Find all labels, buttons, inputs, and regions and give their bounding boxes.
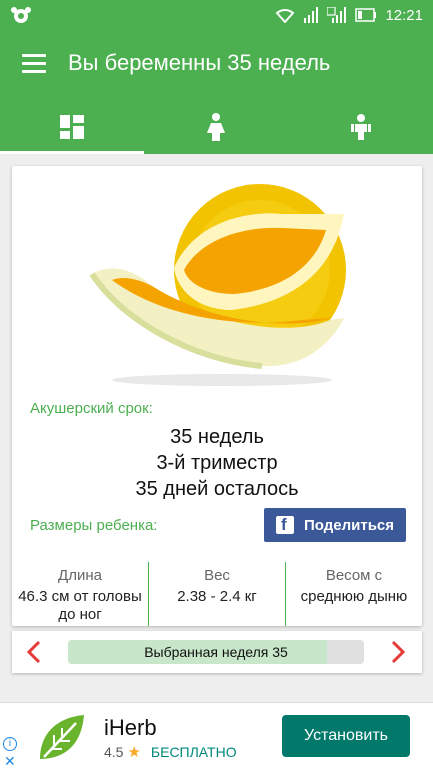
term-summary: 35 недель 3-й триместр 35 дней осталось <box>12 424 422 502</box>
melon-image <box>89 184 346 386</box>
facebook-share-button[interactable]: Поделиться <box>264 508 406 542</box>
share-button-label: Поделиться <box>304 516 395 534</box>
ad-close-icon[interactable]: ✕ <box>4 753 16 770</box>
metric-comparison: Весом с среднюю дыню <box>285 562 422 626</box>
status-time: 12:21 <box>385 6 423 24</box>
metric-weight: Вес 2.38 - 2.4 кг <box>148 562 285 626</box>
iherb-logo-icon <box>32 711 90 765</box>
week-info-card: Акушерский срок: 35 недель 3-й триместр … <box>12 166 422 626</box>
app-notification-icon <box>11 7 31 23</box>
metric-comparison-value: среднюю дыню <box>300 588 408 605</box>
term-label: Акушерский срок: <box>30 400 153 417</box>
battery-icon <box>355 8 377 22</box>
chevron-right-icon[interactable] <box>386 639 410 665</box>
week-progress-bar[interactable]: Выбранная неделя 35 <box>68 640 364 664</box>
wifi-icon <box>276 9 295 23</box>
menu-icon[interactable] <box>22 54 46 74</box>
dashboard-icon <box>60 115 85 139</box>
ad-app-name: iHerb <box>104 715 157 740</box>
tab-mother[interactable] <box>144 100 288 154</box>
signal-sim2-icon <box>327 7 347 23</box>
tab-dashboard[interactable] <box>0 100 145 154</box>
ad-rating: 4.5 <box>104 744 124 760</box>
signal-icon <box>304 7 319 23</box>
install-button[interactable]: Установить <box>282 715 410 757</box>
term-days-left: 35 дней осталось <box>135 478 299 500</box>
term-weeks: 35 недель <box>170 426 264 448</box>
page-title: Вы беременны 35 недель <box>68 50 331 75</box>
ad-price: БЕСПЛАТНО <box>150 744 237 760</box>
week-selector: Выбранная неделя 35 <box>12 631 422 673</box>
term-trimester: 3-й триместр <box>156 452 278 474</box>
status-bar: 12:21 <box>0 0 433 30</box>
baby-metrics: Длина 46.3 см от головы до ног Вес 2.38 … <box>12 562 422 626</box>
child-icon <box>350 114 371 140</box>
sizes-label: Размеры ребенка: <box>30 517 158 534</box>
metric-length-value: 46.3 см от головы до ног <box>18 588 142 623</box>
pregnant-woman-icon <box>207 113 226 141</box>
selected-week-label: Выбранная неделя 35 <box>144 644 288 660</box>
ad-banner[interactable]: i ✕ iHerb 4.5 ★ БЕСПЛАТНО Установить <box>0 702 433 770</box>
metric-length: Длина 46.3 см от головы до ног <box>12 562 148 626</box>
ad-info-icon[interactable]: i <box>3 737 17 751</box>
app-bar: Вы беременны 35 недель <box>0 30 433 100</box>
metric-length-title: Длина <box>58 567 102 584</box>
star-icon: ★ <box>127 744 141 761</box>
ad-meta: 4.5 ★ БЕСПЛАТНО <box>104 743 237 761</box>
chevron-left-icon[interactable] <box>22 639 46 665</box>
facebook-icon <box>276 515 294 535</box>
metric-comparison-title: Весом с <box>325 567 383 584</box>
metric-weight-title: Вес <box>204 567 230 584</box>
metric-weight-value: 2.38 - 2.4 кг <box>177 588 257 605</box>
tab-bar <box>0 100 433 154</box>
tab-baby[interactable] <box>289 100 433 154</box>
